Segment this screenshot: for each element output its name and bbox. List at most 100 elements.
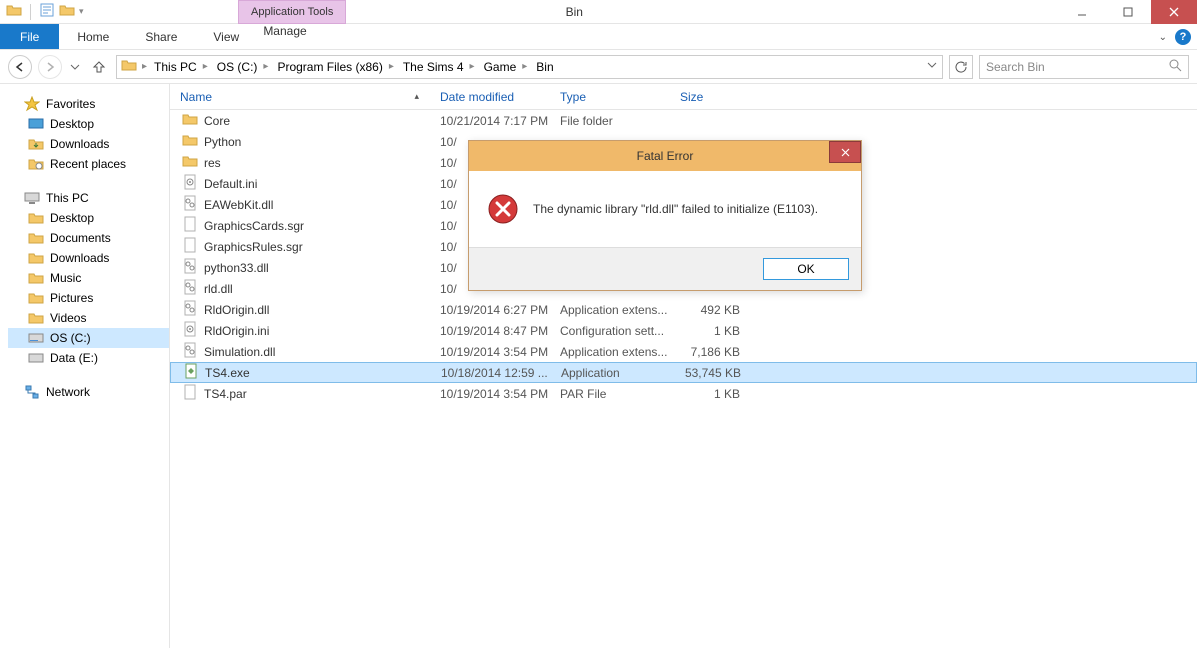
qat-dropdown-icon[interactable]: ▾ — [79, 6, 84, 17]
file-name: python33.dll — [204, 261, 269, 275]
chevron-right-icon[interactable]: ▸ — [467, 61, 478, 72]
maximize-button[interactable] — [1105, 0, 1151, 24]
file-row[interactable]: Simulation.dll10/19/2014 3:54 PMApplicat… — [170, 341, 1197, 362]
dialog-body: The dynamic library "rld.dll" failed to … — [469, 171, 861, 247]
nav-header-network[interactable]: Network — [8, 382, 169, 402]
recent-locations-icon[interactable] — [68, 56, 82, 78]
breadcrumb[interactable]: This PC▸ — [152, 60, 213, 74]
error-dialog: Fatal Error The dynamic library "rld.dll… — [468, 140, 862, 291]
chevron-right-icon[interactable]: ▸ — [519, 61, 530, 72]
new-folder-icon[interactable] — [59, 2, 75, 21]
file-type: PAR File — [550, 387, 670, 401]
dialog-title: Fatal Error — [637, 149, 694, 163]
tab-share[interactable]: Share — [127, 24, 195, 49]
breadcrumb[interactable]: Game▸ — [482, 60, 533, 74]
breadcrumb[interactable]: OS (C:)▸ — [215, 60, 274, 74]
file-row[interactable]: RldOrigin.dll10/19/2014 6:27 PMApplicati… — [170, 299, 1197, 320]
file-tab[interactable]: File — [0, 24, 59, 49]
dialog-footer: OK — [469, 247, 861, 290]
file-name: GraphicsCards.sgr — [204, 219, 304, 233]
tab-manage[interactable]: Manage — [238, 24, 332, 38]
nav-item-downloads[interactable]: Downloads — [8, 248, 169, 268]
file-date: 10/19/2014 6:27 PM — [430, 303, 550, 317]
dialog-close-button[interactable] — [829, 141, 861, 163]
file-icon — [182, 321, 198, 340]
back-button[interactable] — [8, 55, 32, 79]
minimize-button[interactable] — [1059, 0, 1105, 24]
chevron-right-icon[interactable]: ▸ — [139, 61, 150, 72]
nav-header-thispc[interactable]: This PC — [8, 188, 169, 208]
ribbon: File Home Share View Manage ⌄ ? — [0, 24, 1197, 50]
column-name[interactable]: Name▴ — [170, 84, 430, 109]
network-icon — [24, 384, 40, 400]
address-dropdown-icon[interactable] — [926, 59, 938, 74]
file-size: 7,186 KB — [670, 345, 750, 359]
tab-home[interactable]: Home — [59, 24, 127, 49]
file-name: res — [204, 156, 221, 170]
nav-item-os-c[interactable]: OS (C:) — [8, 328, 169, 348]
breadcrumb[interactable]: Program Files (x86)▸ — [275, 60, 398, 74]
properties-icon[interactable] — [39, 2, 55, 21]
nav-item-music[interactable]: Music — [8, 268, 169, 288]
nav-item-recent[interactable]: Recent places — [8, 154, 169, 174]
chevron-right-icon[interactable]: ▸ — [200, 61, 211, 72]
file-type: Application extens... — [550, 303, 670, 317]
file-row[interactable]: TS4.par10/19/2014 3:54 PMPAR File1 KB — [170, 383, 1197, 404]
file-size: 492 KB — [670, 303, 750, 317]
close-button[interactable] — [1151, 0, 1197, 24]
nav-item-documents[interactable]: Documents — [8, 228, 169, 248]
file-type: File folder — [550, 114, 670, 128]
file-icon — [182, 174, 198, 193]
file-icon — [182, 300, 198, 319]
column-type[interactable]: Type — [550, 84, 670, 109]
file-date: 10/21/2014 7:17 PM — [430, 114, 550, 128]
nav-group-thispc: This PC Desktop Documents Downloads Musi… — [8, 188, 169, 368]
file-name: Core — [204, 114, 230, 128]
chevron-right-icon[interactable]: ▸ — [386, 61, 397, 72]
nav-item-data-e[interactable]: Data (E:) — [8, 348, 169, 368]
chevron-right-icon[interactable]: ▸ — [260, 61, 271, 72]
nav-item-videos[interactable]: Videos — [8, 308, 169, 328]
file-date: 10/19/2014 8:47 PM — [430, 324, 550, 338]
quick-access-toolbar: ▾ — [0, 0, 90, 23]
up-button[interactable] — [88, 56, 110, 78]
separator — [30, 4, 31, 20]
file-icon — [182, 279, 198, 298]
file-row[interactable]: Core 10/21/2014 7:17 PMFile folder — [170, 110, 1197, 131]
file-icon — [182, 195, 198, 214]
contextual-tab-application-tools[interactable]: Application Tools — [238, 0, 346, 24]
nav-header-favorites[interactable]: Favorites — [8, 94, 169, 114]
breadcrumb[interactable]: Bin — [534, 60, 555, 74]
file-size: 53,745 KB — [671, 366, 751, 380]
nav-item-downloads[interactable]: Downloads — [8, 134, 169, 154]
dialog-title-bar[interactable]: Fatal Error — [469, 141, 861, 171]
nav-item-desktop[interactable]: Desktop — [8, 114, 169, 134]
column-size[interactable]: Size — [670, 84, 750, 109]
forward-button[interactable] — [38, 55, 62, 79]
nav-item-desktop[interactable]: Desktop — [8, 208, 169, 228]
title-bar: ▾ Application Tools Bin — [0, 0, 1197, 24]
help-icon[interactable]: ? — [1175, 29, 1191, 45]
file-date: 10/19/2014 3:54 PM — [430, 387, 550, 401]
file-type: Application extens... — [550, 345, 670, 359]
file-row[interactable]: TS4.exe10/18/2014 12:59 ...Application53… — [170, 362, 1197, 383]
nav-item-pictures[interactable]: Pictures — [8, 288, 169, 308]
ribbon-expand-icon[interactable]: ⌄ — [1159, 32, 1167, 43]
search-icon — [1169, 59, 1182, 75]
file-name: rld.dll — [204, 282, 233, 296]
file-name: EAWebKit.dll — [204, 198, 273, 212]
file-icon — [182, 258, 198, 277]
nav-group-network: Network — [8, 382, 169, 402]
address-bar[interactable]: ▸ This PC▸ OS (C:)▸ Program Files (x86)▸… — [116, 55, 943, 79]
sort-indicator-icon: ▴ — [414, 91, 419, 102]
column-date[interactable]: Date modified — [430, 84, 550, 109]
search-input[interactable]: Search Bin — [979, 55, 1189, 79]
ok-button[interactable]: OK — [763, 258, 849, 280]
breadcrumb[interactable]: The Sims 4▸ — [401, 60, 480, 74]
refresh-button[interactable] — [949, 55, 973, 79]
window-title: Bin — [90, 0, 1059, 23]
window-controls — [1059, 0, 1197, 23]
file-row[interactable]: RldOrigin.ini10/19/2014 8:47 PMConfigura… — [170, 320, 1197, 341]
file-name: TS4.exe — [205, 366, 250, 380]
folder-icon — [6, 2, 22, 21]
